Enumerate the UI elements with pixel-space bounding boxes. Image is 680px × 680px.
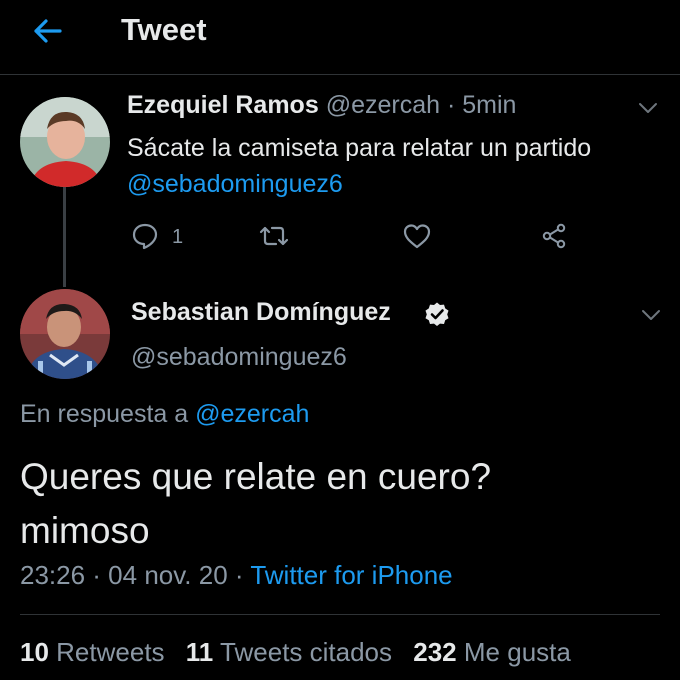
parent-avatar[interactable] [20,97,110,187]
verified-badge-icon [425,302,449,326]
chevron-down-icon[interactable] [640,304,662,326]
reply-icon[interactable] [131,222,159,250]
quotes-count: 11 [185,637,214,667]
chevron-down-icon[interactable] [637,97,659,119]
reply-handle-link[interactable]: @ezercah [195,400,309,428]
tweet-source-link[interactable]: Twitter for iPhone [250,560,452,590]
engagement-stats: 10 Retweets 11 Tweets citados 232 Me gus… [20,637,585,668]
parent-tweet-body: Sácate la camiseta para relatar un parti… [127,134,592,162]
heart-icon[interactable] [402,222,432,250]
thread-connector [63,187,66,287]
tweet-timestamp[interactable]: 23:26 · 04 nov. 20 · [20,560,244,590]
reply-count: 1 [172,226,184,248]
author-avatar[interactable] [20,289,110,379]
quote-tweets-stat[interactable]: 11 Tweets citados [186,637,392,667]
parent-tweet-text: Sácate la camiseta para relatar un parti… [127,130,667,202]
retweets-stat[interactable]: 10 Retweets [20,637,165,667]
divider [20,614,660,615]
author-handle[interactable]: @sebadominguez6 [131,343,347,372]
tweet-text-line-2: mimoso [20,510,150,551]
top-bar: Tweet [0,0,680,75]
tweet-text: Queres que relate en cuero? mimoso [20,450,660,558]
tweet-text-line-1: Queres que relate en cuero? [20,456,492,497]
parent-time: · 5min [446,91,517,119]
tweet-metadata: 23:26 · 04 nov. 20 · Twitter for iPhone [20,560,453,591]
parent-mention-link[interactable]: @sebadominguez6 [127,166,667,202]
likes-label: Me gusta [463,637,571,667]
likes-count: 232 [413,637,457,667]
retweets-count: 10 [20,637,49,667]
likes-stat[interactable]: 232 Me gusta [413,637,571,667]
reply-context: En respuesta a @ezercah [20,400,309,429]
reply-prefix: En respuesta a [20,400,189,428]
back-arrow-icon[interactable] [30,14,64,48]
quotes-label: Tweets citados [220,637,393,667]
retweets-label: Retweets [56,637,165,667]
parent-author-name: Ezequiel Ramos [127,91,319,119]
parent-author-handle: @ezercah [325,91,441,119]
parent-author[interactable]: Ezequiel Ramos @ezercah · 5min [127,91,516,120]
retweet-icon[interactable] [258,222,290,250]
share-icon[interactable] [540,222,568,250]
page-title: Tweet [121,12,207,47]
author-name[interactable]: Sebastian Domínguez [131,298,391,327]
